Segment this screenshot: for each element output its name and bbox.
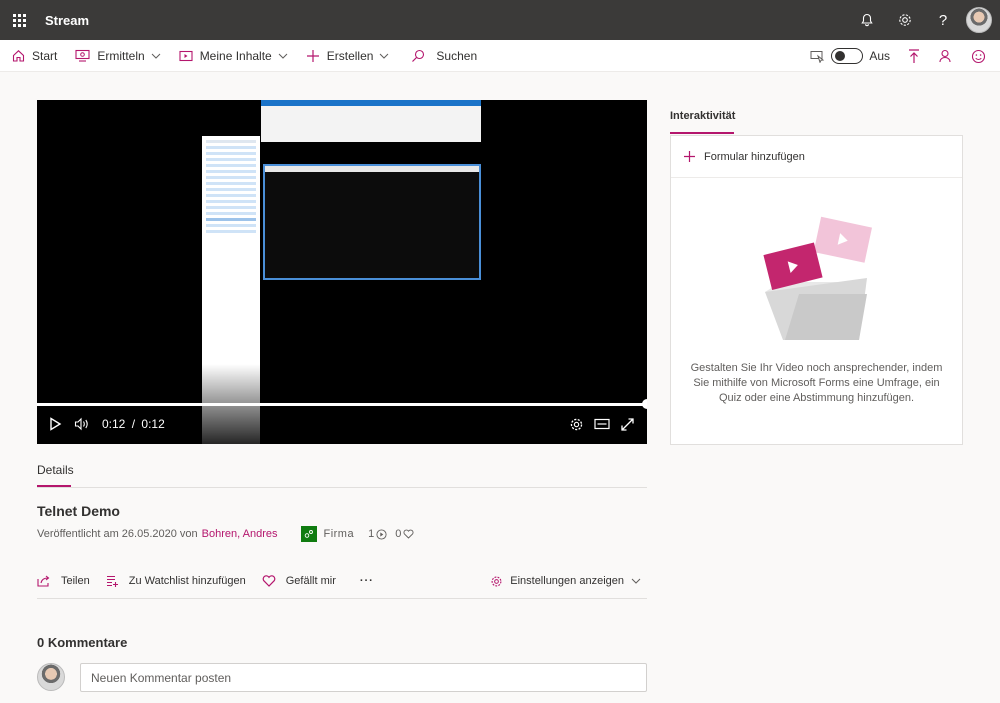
plus-icon — [306, 49, 320, 63]
like-button[interactable]: Gefällt mir — [262, 575, 336, 587]
fullscreen-icon[interactable] — [620, 417, 635, 432]
interactivity-description: Gestalten Sie Ihr Video noch ansprechend… — [690, 362, 943, 404]
time-display: 0:12 / 0:12 — [102, 417, 165, 431]
video-player[interactable]: 0:12 / 0:12 — [37, 100, 647, 444]
chevron-down-icon — [379, 53, 389, 59]
nav-my-content[interactable]: Meine Inhalte — [173, 40, 294, 72]
more-icon: ··· — [359, 575, 374, 587]
video-title: Telnet Demo — [37, 503, 120, 519]
forms-illustration-icon — [763, 216, 872, 340]
more-button[interactable]: ··· — [352, 575, 374, 587]
nav-my-content-label: Meine Inhalte — [199, 48, 272, 63]
add-form-label: Formular hinzufügen — [704, 150, 805, 163]
interactivity-card: Formular hinzufügen Gestalten Sie Ihr Vi… — [670, 135, 963, 445]
smiley-icon[interactable] — [962, 49, 994, 64]
search-icon — [411, 49, 425, 63]
add-form-button[interactable]: Formular hinzufügen — [683, 150, 805, 163]
video-actions: Teilen Zu Watchlist hinzufügen Gefällt m… — [37, 570, 647, 592]
divider — [671, 177, 962, 178]
duration: 0:12 — [141, 417, 165, 431]
gear-icon — [490, 575, 503, 588]
nav-discover[interactable]: Ermitteln — [69, 40, 166, 72]
progress-thumb[interactable] — [642, 399, 647, 409]
play-icon[interactable] — [49, 417, 62, 431]
person-icon[interactable] — [930, 49, 962, 63]
chevron-down-icon — [278, 53, 288, 59]
divider — [37, 487, 647, 488]
like-label: Gefällt mir — [285, 575, 336, 587]
share-label: Teilen — [61, 575, 90, 587]
share-button[interactable]: Teilen — [37, 575, 90, 587]
video-frame-window — [261, 100, 481, 142]
play-circle-icon — [376, 528, 387, 540]
avatar — [37, 663, 65, 691]
app-title[interactable]: Stream — [45, 13, 89, 28]
watchlist-label: Zu Watchlist hinzufügen — [128, 575, 246, 587]
player-controls: 0:12 / 0:12 — [37, 412, 647, 436]
org-icon — [301, 526, 318, 542]
video-meta: Veröffentlicht am 26.05.2020 von Bohren,… — [37, 526, 414, 542]
nav-create-label: Erstellen — [326, 48, 374, 63]
chevron-down-icon — [631, 578, 641, 584]
current-time: 0:12 — [102, 417, 126, 431]
settings-gear-icon[interactable] — [569, 417, 584, 432]
view-count: 1 — [368, 528, 387, 540]
tab-interactivity[interactable]: Interaktivität — [670, 110, 735, 122]
watchlist-button[interactable]: Zu Watchlist hinzufügen — [106, 575, 246, 588]
heart-icon — [403, 529, 414, 539]
plus-icon — [683, 150, 696, 163]
chevron-down-icon — [151, 53, 161, 59]
like-count-value: 0 — [395, 528, 402, 540]
search-placeholder: Suchen — [436, 48, 478, 63]
interactive-icon — [810, 50, 825, 63]
tab-details[interactable]: Details — [37, 463, 74, 477]
show-settings-button[interactable]: Einstellungen anzeigen — [490, 570, 641, 592]
video-icon — [179, 50, 193, 62]
like-count: 0 — [395, 528, 414, 540]
nav-start[interactable]: Start — [6, 40, 63, 72]
comment-input[interactable] — [80, 663, 647, 692]
nav-start-label: Start — [32, 48, 58, 63]
toggle-label: Aus — [869, 49, 890, 63]
theater-mode-icon[interactable] — [594, 418, 610, 430]
watchlist-icon — [106, 575, 119, 588]
gear-icon[interactable] — [886, 0, 924, 40]
home-icon — [12, 49, 25, 62]
org-label[interactable]: Firma — [323, 528, 354, 540]
nav-discover-label: Ermitteln — [97, 48, 145, 63]
tab-interactivity-underline — [670, 132, 734, 134]
upload-icon[interactable] — [898, 48, 930, 64]
published-text: Veröffentlicht am 26.05.2020 von — [37, 528, 198, 540]
comments-heading: 0 Kommentare — [37, 635, 128, 650]
author-link[interactable]: Bohren, Andres — [202, 528, 278, 540]
discover-icon — [75, 49, 90, 62]
time-separator: / — [131, 417, 136, 431]
avatar[interactable] — [966, 7, 992, 33]
divider — [37, 598, 647, 599]
heart-icon — [262, 575, 276, 587]
nav-create[interactable]: Erstellen — [300, 40, 396, 72]
app-header: Stream ? — [0, 0, 1000, 40]
video-frame-terminal — [263, 164, 481, 280]
help-icon[interactable]: ? — [924, 0, 962, 40]
volume-icon[interactable] — [74, 417, 90, 431]
search-box[interactable]: Suchen — [405, 40, 483, 72]
progress-fill — [37, 403, 647, 406]
progress-bar[interactable] — [37, 399, 647, 409]
bell-icon[interactable] — [848, 0, 886, 40]
view-count-value: 1 — [368, 528, 375, 540]
command-bar: Start Ermitteln Meine Inhalte Erstellen … — [0, 40, 1000, 72]
show-settings-label: Einstellungen anzeigen — [510, 575, 624, 587]
interactivity-toggle[interactable] — [831, 48, 864, 64]
share-icon — [37, 575, 51, 587]
waffle-icon[interactable] — [1, 0, 37, 40]
